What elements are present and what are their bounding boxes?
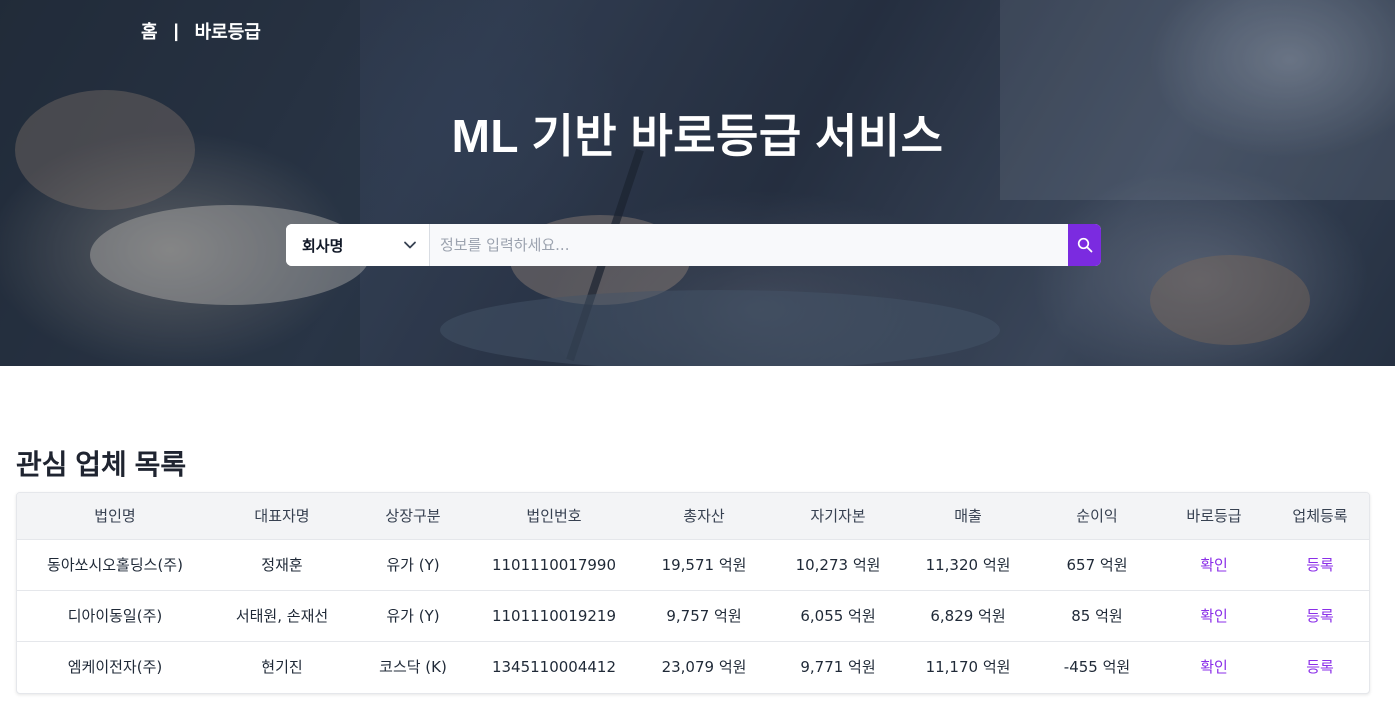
search-input[interactable] <box>430 224 1068 266</box>
register-link[interactable]: 등록 <box>1306 556 1334 574</box>
company-table: 법인명 대표자명 상장구분 법인번호 총자산 자기자본 매출 순이익 바로등급 … <box>16 492 1370 694</box>
cell-total-assets: 23,079 억원 <box>661 658 747 677</box>
hero-banner: 홈 | 바로등급 ML 기반 바로등급 서비스 회사명 <box>0 0 1395 366</box>
chevron-down-icon <box>404 241 416 249</box>
cell-total-assets: 9,757 억원 <box>666 607 742 625</box>
section-title: 관심 업체 목록 <box>16 449 187 480</box>
column-header: 자기자본 <box>810 507 866 526</box>
register-link[interactable]: 등록 <box>1306 658 1334 676</box>
column-header: 대표자명 <box>254 507 310 526</box>
cell-equity: 6,055 억원 <box>800 607 876 625</box>
register-link[interactable]: 등록 <box>1306 607 1334 625</box>
cell-sales: 11,170 억원 <box>925 658 1011 677</box>
column-header: 바로등급 <box>1186 507 1242 526</box>
cell-sales: 11,320 억원 <box>925 556 1011 574</box>
cell-corp-number: 1101110019219 <box>491 606 617 625</box>
search-icon <box>1077 237 1092 253</box>
cell-ceo: 정재훈 <box>261 556 303 574</box>
search-button[interactable] <box>1068 224 1101 266</box>
grade-check-link[interactable]: 확인 <box>1200 658 1228 676</box>
cell-sales: 6,829 억원 <box>930 607 1006 625</box>
cell-net-income: -455 억원 <box>1063 658 1131 677</box>
cell-company-name: 엠케이전자(주) <box>67 658 163 677</box>
cell-net-income: 85 억원 <box>1071 607 1123 625</box>
grade-check-link[interactable]: 확인 <box>1200 556 1228 574</box>
breadcrumb-current[interactable]: 바로등급 <box>195 18 261 44</box>
cell-net-income: 657 억원 <box>1066 556 1128 574</box>
search-category-select[interactable]: 회사명 <box>286 224 430 266</box>
page-title: ML 기반 바로등급 서비스 <box>451 110 944 162</box>
cell-total-assets: 19,571 억원 <box>661 556 747 574</box>
cell-ceo: 현기진 <box>261 658 303 677</box>
cell-company-name: 동아쏘시오홀딩스(주) <box>47 556 183 574</box>
table-row: 디아이동일(주) 서태원, 손재선 유가 (Y) 1101110019219 9… <box>17 590 1369 641</box>
breadcrumb: 홈 | 바로등급 <box>141 18 261 44</box>
search-bar: 회사명 <box>286 224 1101 266</box>
table-row: 동아쏘시오홀딩스(주) 정재훈 유가 (Y) 1101110017990 19,… <box>17 539 1369 590</box>
column-header: 법인번호 <box>526 507 582 526</box>
cell-listing: 유가 (Y) <box>386 607 440 625</box>
search-category-value: 회사명 <box>302 236 344 255</box>
column-header: 법인명 <box>94 507 136 526</box>
column-header: 상장구분 <box>385 507 441 526</box>
grade-check-link[interactable]: 확인 <box>1200 607 1228 625</box>
breadcrumb-separator: | <box>173 20 179 41</box>
cell-equity: 10,273 억원 <box>795 556 881 574</box>
column-header: 순이익 <box>1076 507 1118 526</box>
hero-background-image <box>0 0 1395 366</box>
cell-listing: 코스닥 (K) <box>379 658 447 677</box>
column-header: 총자산 <box>683 507 725 526</box>
cell-listing: 유가 (Y) <box>386 556 440 574</box>
column-header: 매출 <box>954 507 982 526</box>
breadcrumb-home-link[interactable]: 홈 <box>141 18 158 44</box>
cell-company-name: 디아이동일(주) <box>67 607 163 625</box>
cell-corp-number: 1101110017990 <box>491 555 617 574</box>
column-header: 업체등록 <box>1292 507 1348 526</box>
table-row: 엠케이전자(주) 현기진 코스닥 (K) 1345110004412 23,07… <box>17 641 1369 692</box>
cell-ceo: 서태원, 손재선 <box>235 607 329 625</box>
cell-equity: 9,771 억원 <box>800 658 876 677</box>
cell-corp-number: 1345110004412 <box>491 657 617 676</box>
table-header-row: 법인명 대표자명 상장구분 법인번호 총자산 자기자본 매출 순이익 바로등급 … <box>17 493 1369 539</box>
